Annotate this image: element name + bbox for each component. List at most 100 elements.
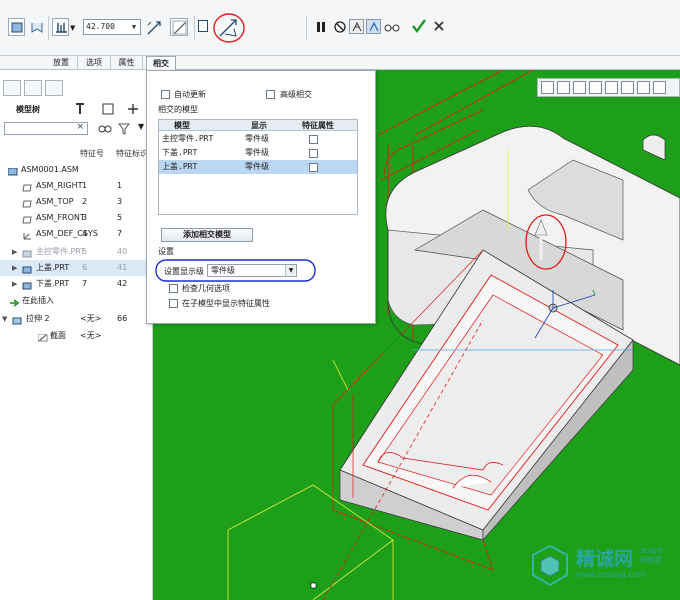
datum-display-icon[interactable] <box>653 81 666 94</box>
part-icon <box>22 280 32 290</box>
intersected-models-table: 模型 显示 特征属性 主控零件.PRT 零件级 下盖.PRT 零件级 上盖.PR… <box>158 119 358 215</box>
watermark-tagline-2: 师联盟 <box>640 556 661 564</box>
tree-row-extrude[interactable]: ▼ 拉伸 2 <无> 66 <box>0 311 152 327</box>
watermark-logo: 精诚网 3D设计 师联盟 www.cnsoug.com <box>530 540 680 600</box>
table-header: 模型 显示 特征属性 <box>159 120 357 131</box>
tree-settings-icon[interactable] <box>74 102 86 116</box>
depth-option-icon[interactable] <box>52 18 69 36</box>
check-geometry-checkbox[interactable] <box>169 284 178 293</box>
tab-options[interactable]: 选项 <box>78 56 111 70</box>
settings-label: 设置 <box>158 247 174 256</box>
collapse-arrow-icon[interactable]: ▼ <box>2 311 7 327</box>
cancel-x-icon[interactable] <box>433 20 445 32</box>
table-header-model: 模型 <box>174 121 190 130</box>
blue-annotation-ellipse <box>155 259 316 282</box>
thicken-icon[interactable] <box>198 20 208 32</box>
chevron-down-icon[interactable]: ▼ <box>129 20 139 34</box>
view-manager-icon[interactable] <box>637 81 650 94</box>
tree-row-datum[interactable]: ASM_TOP 2 3 <box>0 194 152 210</box>
assembly-icon <box>7 166 18 176</box>
intersected-models-label: 相交的模型 <box>158 105 198 114</box>
ok-checkmark-icon[interactable] <box>412 18 426 34</box>
repaint-icon[interactable] <box>589 81 602 94</box>
extrude-dashboard: ▼ 42.700 ▼ <box>0 0 680 56</box>
expand-arrow-icon[interactable]: ▶ <box>12 244 17 260</box>
flip-direction-icon[interactable] <box>145 19 163 37</box>
show-columns-icon[interactable] <box>102 102 114 116</box>
table-row[interactable]: 下盖.PRT 零件级 <box>159 146 357 160</box>
expand-arrow-icon[interactable]: ▶ <box>12 276 17 292</box>
tree-row-part[interactable]: ▶ 主控零件.PRT 5 40 <box>0 244 152 260</box>
cube-logo-icon <box>532 544 568 587</box>
remove-material-icon[interactable] <box>170 18 188 36</box>
favorites-tab-icon[interactable] <box>45 80 63 96</box>
part-icon <box>22 264 32 274</box>
view-toolbar <box>537 78 680 97</box>
no-preview-icon[interactable] <box>333 20 347 34</box>
column-header-feat-id: 特征标识 <box>116 149 148 158</box>
surface-extrude-icon[interactable] <box>29 19 45 35</box>
refit-icon[interactable] <box>541 81 554 94</box>
search-input[interactable]: × <box>4 122 88 135</box>
auto-update-checkbox[interactable] <box>161 90 170 99</box>
saved-orientations-icon[interactable] <box>621 81 634 94</box>
table-row[interactable]: 主控零件.PRT 零件级 <box>159 132 357 146</box>
feature-attr-checkbox[interactable] <box>309 149 318 158</box>
feature-attr-checkbox[interactable] <box>309 135 318 144</box>
table-row[interactable]: 上盖.PRT 零件级 <box>159 160 357 174</box>
column-header-feat-no: 特征号 <box>80 149 104 158</box>
filter-dropdown-icon[interactable]: ▼ <box>138 122 144 131</box>
solid-extrude-icon[interactable] <box>8 18 25 36</box>
datum-plane-icon <box>22 182 32 192</box>
tab-properties[interactable]: 属性 <box>111 56 143 70</box>
tree-row-datum[interactable]: ASM_RIGHT 1 1 <box>0 178 152 194</box>
find-icon[interactable] <box>98 123 112 135</box>
watermark-brand: 精诚网 <box>576 548 634 570</box>
depth-value-input[interactable]: 42.700 ▼ <box>83 19 141 35</box>
datum-plane-icon <box>22 198 32 208</box>
tab-intersect[interactable]: 相交 <box>146 56 176 71</box>
model-tree-title: 模型树 <box>16 105 40 114</box>
model-tree-panel: 模型树 × ▼ 特征号 特征标识 ASM0001.ASM ASM_RIGHT 1… <box>0 78 153 600</box>
folder-browser-tab-icon[interactable] <box>24 80 42 96</box>
add-icon[interactable] <box>126 102 140 116</box>
zoom-in-icon[interactable] <box>557 81 570 94</box>
table-header-display: 显示 <box>251 121 267 130</box>
dashboard-tab-row: 放置 选项 属性 相交 <box>0 56 680 71</box>
advanced-intersect-checkbox[interactable] <box>266 90 275 99</box>
datum-plane-icon <box>22 214 32 224</box>
tab-placement[interactable]: 放置 <box>45 56 78 70</box>
show-in-sub-label: 在子模型中显示特征属性 <box>182 299 270 308</box>
tree-row-insert-here[interactable]: 在此插入 <box>0 293 152 309</box>
show-in-sub-checkbox[interactable] <box>169 299 178 308</box>
tree-row-part[interactable]: ▶ 下盖.PRT 7 42 <box>0 276 152 292</box>
tree-row-part[interactable]: ▶ 上盖.PRT 6 41 <box>0 260 152 276</box>
tree-row-csys[interactable]: ASM_DEF_CSYS 4 7 <box>0 226 152 242</box>
model-tree-tab-icon[interactable] <box>3 80 21 96</box>
insert-arrow-icon <box>10 297 20 307</box>
advanced-intersect-label: 高级相交 <box>280 90 312 99</box>
feature-preview-icon[interactable] <box>366 19 381 34</box>
csys-icon <box>22 230 32 240</box>
geometry-preview-icon[interactable] <box>349 19 364 34</box>
pause-icon[interactable] <box>316 21 326 33</box>
tree-row-datum[interactable]: ASM_FRONT 3 5 <box>0 210 152 226</box>
depth-dropdown-arrow-icon[interactable]: ▼ <box>70 24 75 32</box>
add-intersect-model-button[interactable]: 添加相交模型 <box>161 228 253 242</box>
tree-row-assembly[interactable]: ASM0001.ASM <box>0 162 152 178</box>
tree-row-section[interactable]: 截面 <无> <box>0 328 152 344</box>
extrude-icon <box>12 315 22 325</box>
expand-arrow-icon[interactable]: ▶ <box>12 260 17 276</box>
display-style-icon[interactable] <box>605 81 618 94</box>
intersect-flip-icon[interactable] <box>212 12 246 44</box>
check-geometry-label: 检查几何选项 <box>182 284 230 293</box>
part-icon <box>22 248 32 258</box>
intersect-panel: 自动更新 高级相交 相交的模型 模型 显示 特征属性 主控零件.PRT 零件级 … <box>146 70 376 324</box>
clear-search-icon[interactable]: × <box>76 122 84 132</box>
filter-icon[interactable] <box>117 123 131 135</box>
verify-icon[interactable] <box>384 22 402 32</box>
auto-update-label: 自动更新 <box>174 90 206 99</box>
watermark-url: www.cnsoug.com <box>576 570 646 579</box>
zoom-out-icon[interactable] <box>573 81 586 94</box>
feature-attr-checkbox[interactable] <box>309 163 318 172</box>
